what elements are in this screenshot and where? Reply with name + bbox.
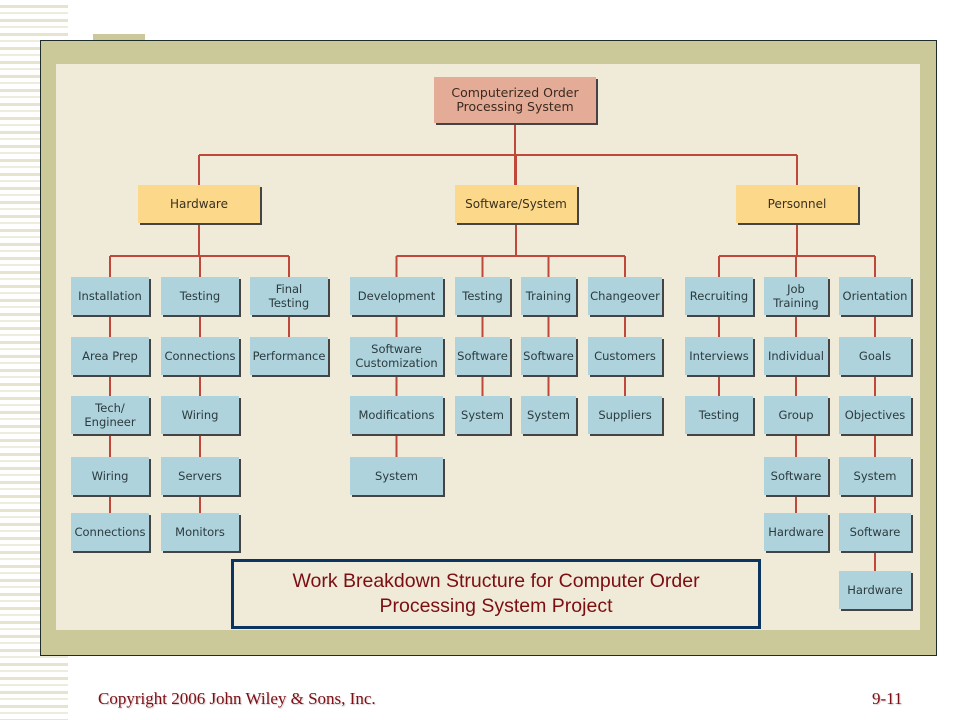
wbs-node-software-system-development-label: Development — [357, 289, 436, 303]
wbs-node-hardware-performance: Performance — [250, 337, 328, 375]
wbs-node-personnel-hardware-label: Hardware — [847, 583, 903, 597]
wbs-node-software-system-testing-label: Testing — [462, 289, 503, 303]
wbs-node-hardware-installation-label: Installation — [78, 289, 142, 303]
wbs-node-software-system-modifications: Modifications — [350, 396, 443, 434]
wbs-node-personnel-software: Software — [839, 513, 911, 551]
wbs-node-hardware-testing: Testing — [161, 277, 239, 315]
caption-line-2: Processing System Project — [379, 595, 613, 617]
wbs-node-hardware-servers-label: Servers — [178, 469, 222, 483]
wbs-node-hardware-wiring-label: Wiring — [91, 469, 129, 483]
wbs-node-hardware-monitors-label: Monitors — [175, 525, 225, 539]
wbs-node-software-system-software-label: Software — [457, 349, 508, 363]
wbs-node-software-system-testing: Testing — [455, 277, 510, 315]
wbs-node-software-system-system: System — [350, 457, 443, 495]
wbs-node-hardware-installation: Installation — [71, 277, 149, 315]
wbs-node-software-system-software: Software — [521, 337, 576, 375]
wbs-branch-hardware-label: Hardware — [170, 197, 228, 211]
wbs-node-personnel-hardware: Hardware — [764, 513, 828, 551]
wbs-node-personnel-interviews: Interviews — [685, 337, 753, 375]
wbs-branch-software-system-label: Software/System — [465, 197, 567, 211]
wbs-node-hardware-testing-label: Testing — [179, 289, 221, 303]
wbs-node-personnel-job-training-label: Job Training — [773, 282, 819, 310]
wbs-node-personnel-recruiting: Recruiting — [685, 277, 753, 315]
wbs-node-hardware-servers: Servers — [161, 457, 239, 495]
wbs-node-personnel-hardware: Hardware — [839, 571, 911, 609]
wbs-node-personnel-system-label: System — [853, 469, 897, 483]
wbs-node-software-system-changeover-label: Changeover — [590, 289, 660, 303]
wbs-node-software-system-software-customization: Software Customization — [350, 337, 443, 375]
wbs-node-software-system-customers: Customers — [588, 337, 662, 375]
wbs-node-personnel-job-training: Job Training — [764, 277, 828, 315]
wbs-node-personnel-orientation: Orientation — [839, 277, 911, 315]
wbs-node-personnel-goals-label: Goals — [858, 349, 892, 363]
wbs-node-personnel-testing-label: Testing — [698, 408, 740, 422]
wbs-node-hardware-final-testing-label: Final Testing — [268, 282, 310, 310]
wbs-node-personnel-goals: Goals — [839, 337, 911, 375]
wbs-node-hardware-connections-label: Connections — [74, 525, 146, 539]
page-number: 9-11 — [872, 689, 903, 708]
wbs-node-personnel-interviews-label: Interviews — [689, 349, 749, 363]
wbs-node-personnel-software-label: Software — [849, 525, 901, 539]
wbs-node-software-system-suppliers-label: Suppliers — [598, 408, 652, 422]
wbs-node-software-system-training: Training — [521, 277, 576, 315]
wbs-node-hardware-connections: Connections — [161, 337, 239, 375]
wbs-node-personnel-software: Software — [764, 457, 828, 495]
wbs-node-software-system-system: System — [521, 396, 576, 434]
wbs-node-software-system-training-label: Training — [525, 289, 572, 303]
wbs-node-hardware-tech-engineer-label: Tech/ Engineer — [84, 401, 136, 429]
wbs-node-software-system-system: System — [455, 396, 510, 434]
wbs-node-software-system-software-customization-label: Software Customization — [355, 342, 438, 370]
wbs-node-hardware-wiring-label: Wiring — [181, 408, 219, 422]
wbs-node-software-system-system-label: System — [461, 408, 504, 422]
wbs-node-software-system-customers-label: Customers — [594, 349, 656, 363]
wbs-node-personnel-group: Group — [764, 396, 828, 434]
wbs-node-personnel-objectives-label: Objectives — [844, 408, 906, 422]
wbs-node-personnel-group-label: Group — [778, 408, 814, 422]
wbs-node-hardware-wiring: Wiring — [161, 396, 239, 434]
wbs-node-personnel-recruiting-label: Recruiting — [689, 289, 749, 303]
wbs-node-hardware-connections-label: Connections — [164, 349, 236, 363]
wbs-node-personnel-individual: Individual — [764, 337, 828, 375]
wbs-node-hardware-performance-label: Performance — [252, 349, 326, 363]
wbs-node-personnel-testing: Testing — [685, 396, 753, 434]
copyright-notice: Copyright 2006 John Wiley & Sons, Inc. — [98, 689, 376, 708]
wbs-node-hardware-final-testing: Final Testing — [250, 277, 328, 315]
wbs-node-software-system-development: Development — [350, 277, 443, 315]
caption-line-1: Work Breakdown Structure for Computer Or… — [292, 570, 700, 592]
wbs-branch-software-system: Software/System — [455, 185, 577, 223]
wbs-node-software-system-system-label: System — [527, 408, 570, 422]
wbs-node-hardware-area-prep: Area Prep — [71, 337, 149, 375]
wbs-node-hardware-area-prep-label: Area Prep — [82, 349, 138, 363]
wbs-node-software-system-suppliers: Suppliers — [588, 396, 662, 434]
wbs-node-personnel-objectives: Objectives — [839, 396, 911, 434]
wbs-branch-hardware: Hardware — [138, 185, 260, 223]
wbs-node-software-system-software: Software — [455, 337, 510, 375]
wbs-node-software-system-system-label: System — [375, 469, 418, 483]
wbs-node-personnel-individual-label: Individual — [767, 349, 824, 363]
wbs-node-personnel-orientation-label: Orientation — [842, 289, 908, 303]
wbs-node-personnel-software-label: Software — [770, 469, 822, 483]
wbs-branch-personnel: Personnel — [736, 185, 858, 223]
figure-caption: Work Breakdown Structure for Computer Or… — [231, 559, 761, 629]
wbs-root-node: Computerized Order Processing System — [434, 77, 596, 123]
wbs-root-node-label: Computerized Order Processing System — [451, 85, 579, 114]
wbs-node-personnel-system: System — [839, 457, 911, 495]
wbs-node-hardware-tech-engineer: Tech/ Engineer — [71, 396, 149, 434]
wbs-node-hardware-wiring: Wiring — [71, 457, 149, 495]
wbs-node-hardware-monitors: Monitors — [161, 513, 239, 551]
wbs-branch-personnel-label: Personnel — [767, 197, 827, 211]
wbs-node-hardware-connections: Connections — [71, 513, 149, 551]
wbs-node-software-system-software-label: Software — [523, 349, 574, 363]
wbs-node-software-system-changeover: Changeover — [588, 277, 662, 315]
wbs-node-software-system-modifications-label: Modifications — [358, 408, 435, 422]
wbs-node-personnel-hardware-label: Hardware — [768, 525, 824, 539]
